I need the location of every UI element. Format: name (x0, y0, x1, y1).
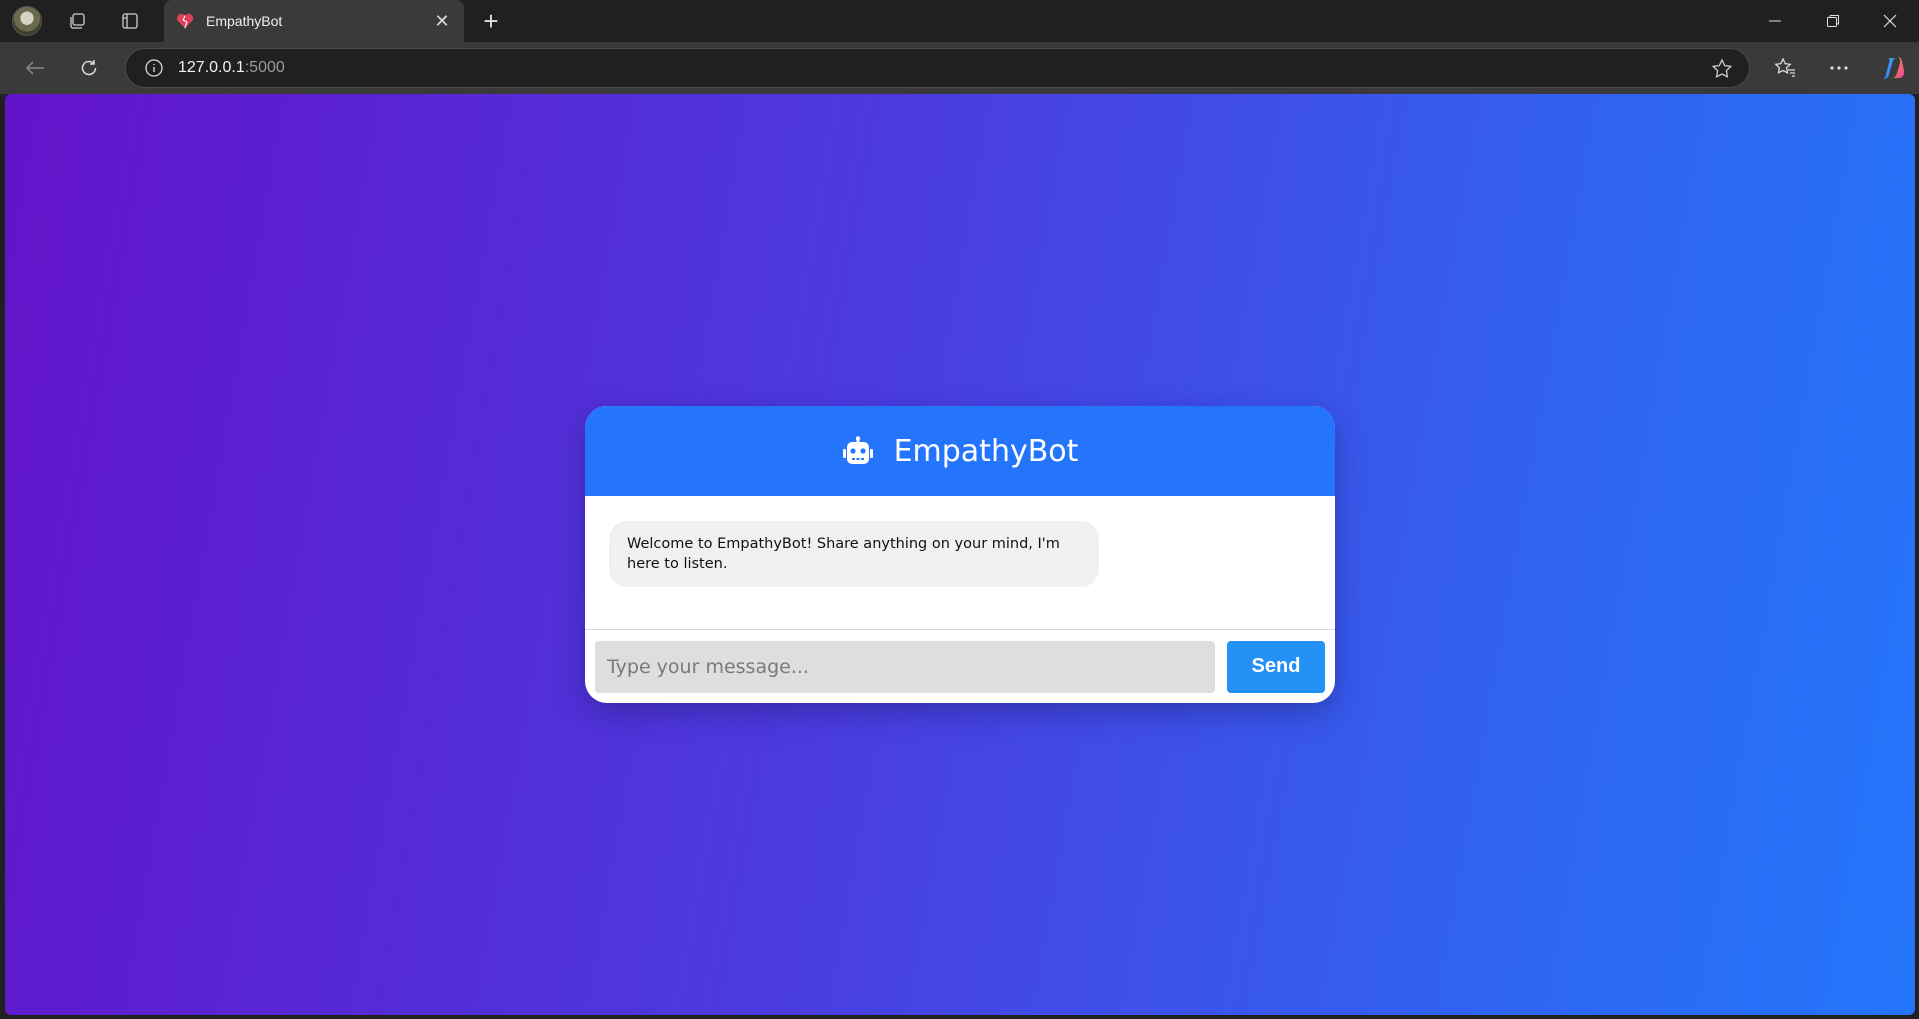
message-input[interactable] (595, 640, 1215, 693)
restore-icon[interactable] (1804, 0, 1862, 42)
browser-toolbar: 127.0.0.1:5000 (0, 42, 1919, 94)
minimize-icon[interactable] (1746, 0, 1804, 42)
more-menu-icon[interactable] (1822, 52, 1856, 84)
heart-icon (176, 13, 194, 29)
copilot-icon[interactable] (1876, 52, 1910, 84)
site-info-icon[interactable] (144, 58, 164, 78)
chat-input-row: Send (585, 630, 1335, 703)
bot-message: Welcome to EmpathyBot! Share anything on… (609, 521, 1099, 587)
url-port: :5000 (244, 59, 285, 76)
close-window-icon[interactable] (1861, 0, 1919, 42)
reload-icon[interactable] (72, 52, 106, 84)
profile-avatar[interactable] (12, 6, 42, 36)
url-host: 127.0.0.1 (178, 59, 245, 76)
new-tab-icon[interactable]: + (476, 6, 506, 36)
chat-container: EmpathyBot Welcome to EmpathyBot! Share … (585, 406, 1335, 703)
chat-messages: Welcome to EmpathyBot! Share anything on… (585, 496, 1335, 630)
favorites-icon[interactable] (1768, 52, 1802, 84)
chat-header: EmpathyBot (585, 406, 1335, 496)
tab-close-icon[interactable]: ✕ (432, 11, 452, 32)
address-bar[interactable]: 127.0.0.1:5000 (125, 48, 1750, 88)
send-button[interactable]: Send (1227, 640, 1325, 693)
active-tab[interactable]: EmpathyBot ✕ (164, 0, 464, 42)
chat-title: EmpathyBot (893, 433, 1079, 469)
back-arrow-icon[interactable] (18, 52, 52, 84)
workspaces-icon[interactable] (62, 6, 92, 36)
browser-titlebar: EmpathyBot ✕ + (0, 0, 1919, 42)
vertical-tabs-icon[interactable] (115, 6, 145, 36)
page-background: EmpathyBot Welcome to EmpathyBot! Share … (5, 94, 1915, 1015)
tab-title: EmpathyBot (206, 13, 283, 29)
favorite-star-icon[interactable] (1711, 58, 1733, 80)
robot-icon (842, 436, 873, 464)
